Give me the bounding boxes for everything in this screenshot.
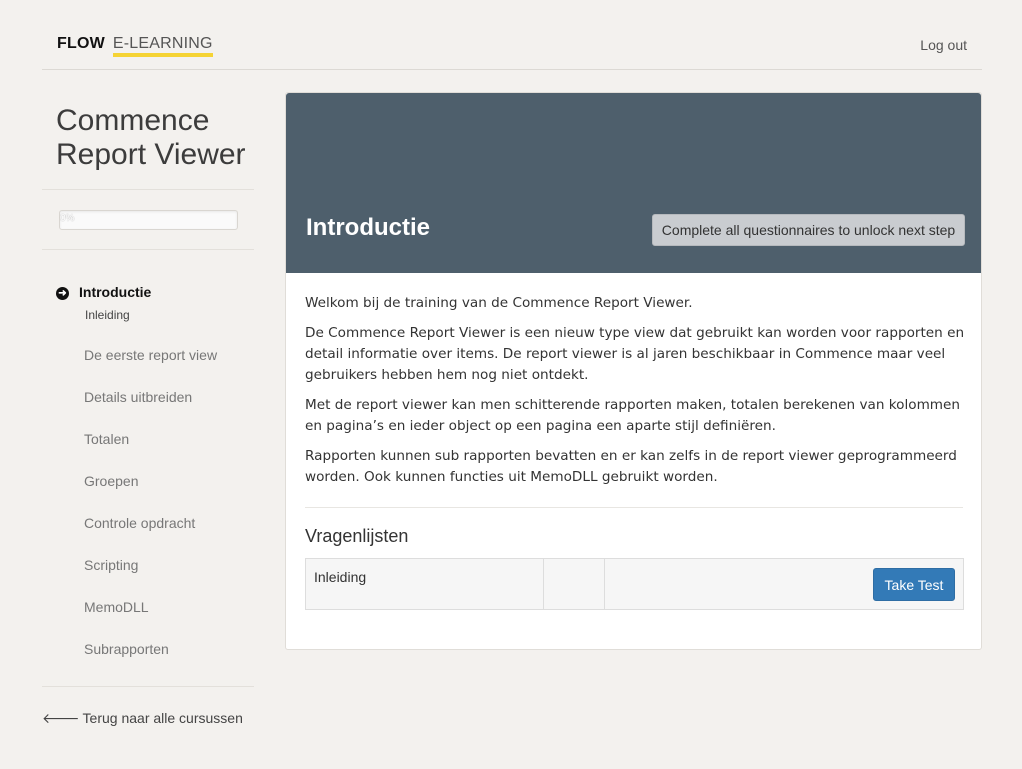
nav-subitem-inleiding[interactable]: Inleiding: [85, 308, 130, 322]
brand-primary: FLOW: [57, 35, 105, 52]
questionnaire-action-cell: Take Test: [605, 559, 963, 609]
course-sidebar: Commence Report Viewer 0% ➜ Introductie I…: [42, 70, 257, 760]
sidebar-divider: [42, 189, 254, 190]
course-title: Commence Report Viewer: [56, 104, 246, 171]
nav-item-de-eerste-report-view[interactable]: De eerste report view: [84, 347, 217, 363]
brand-logo[interactable]: FLOW E-LEARNING: [57, 35, 213, 57]
nav-item-subrapporten[interactable]: Subrapporten: [84, 641, 169, 657]
nav-item-memodll[interactable]: MemoDLL: [84, 599, 149, 615]
nav-item-groepen[interactable]: Groepen: [84, 473, 138, 489]
lesson-paragraph: Rapporten kunnen sub rapporten bevatten …: [305, 448, 957, 485]
back-link-label: Terug naar alle cursussen: [82, 710, 243, 726]
logout-link[interactable]: Log out: [920, 37, 967, 53]
arrow-left-icon: 🡐: [42, 710, 80, 726]
nav-item-scripting[interactable]: Scripting: [84, 557, 138, 573]
top-header: FLOW E-LEARNING Log out: [42, 0, 982, 70]
circle-arrow-right-icon: ➜: [56, 287, 69, 300]
nav-item-label: Introductie: [79, 284, 152, 300]
sidebar-divider: [42, 249, 254, 250]
back-to-courses-link[interactable]: 🡐 Terug naar alle cursussen: [42, 710, 243, 727]
take-test-button[interactable]: Take Test: [873, 568, 955, 601]
nav-item-details-uitbreiden[interactable]: Details uitbreiden: [84, 389, 192, 405]
lesson-panel: Introductie Complete all questionnaires …: [285, 92, 982, 650]
questionnaire-row: Inleiding Take Test: [305, 558, 964, 610]
lesson-title: Introductie: [306, 214, 430, 241]
lesson-paragraph: De Commence Report Viewer is een nieuw t…: [305, 325, 965, 383]
questionnaire-name: Inleiding: [306, 559, 544, 609]
lesson-hero: Introductie Complete all questionnaires …: [286, 93, 981, 273]
unlock-next-step-button[interactable]: Complete all questionnaires to unlock ne…: [652, 214, 965, 246]
sidebar-divider: [42, 686, 254, 687]
course-progress-bar: 0%: [59, 210, 238, 230]
nav-item-controle-opdracht[interactable]: Controle opdracht: [84, 515, 195, 531]
nav-item-totalen[interactable]: Totalen: [84, 431, 129, 447]
nav-item-introductie[interactable]: ➜ Introductie: [56, 284, 256, 304]
questionnaire-score: [544, 559, 605, 609]
progress-label: 0%: [60, 213, 75, 224]
questionnaires-heading: Vragenlijsten: [305, 526, 409, 546]
lesson-content: Welkom bij de training van de Commence R…: [305, 293, 965, 497]
content-divider: [305, 507, 963, 508]
lesson-paragraph: Welkom bij de training van de Commence R…: [305, 295, 693, 311]
brand-secondary: E-LEARNING: [112, 35, 213, 57]
lesson-paragraph: Met de report viewer kan men schitterend…: [305, 397, 961, 434]
